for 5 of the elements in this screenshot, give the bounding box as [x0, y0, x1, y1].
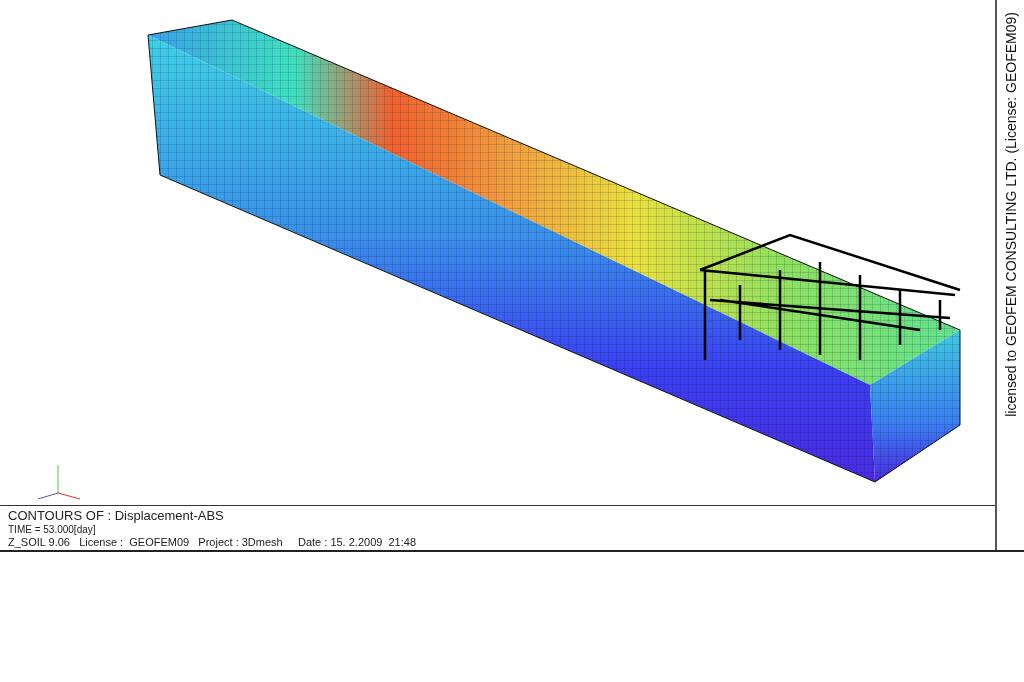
project-footer: Z_SOIL 9.06 License : GEOFEM09 Project : 3Dmesh Date : 15. 2.2009 21:48 [8, 536, 987, 549]
axes-icon [37, 464, 81, 500]
time-label: TIME = 53.000[day] [8, 524, 97, 536]
license-notice: licensed to GEOFEM CONSULTING LTD. (License: GEOFEM09) [1002, 12, 1019, 417]
contours-title: CONTOURS OF : Displacement-ABS [8, 508, 225, 524]
